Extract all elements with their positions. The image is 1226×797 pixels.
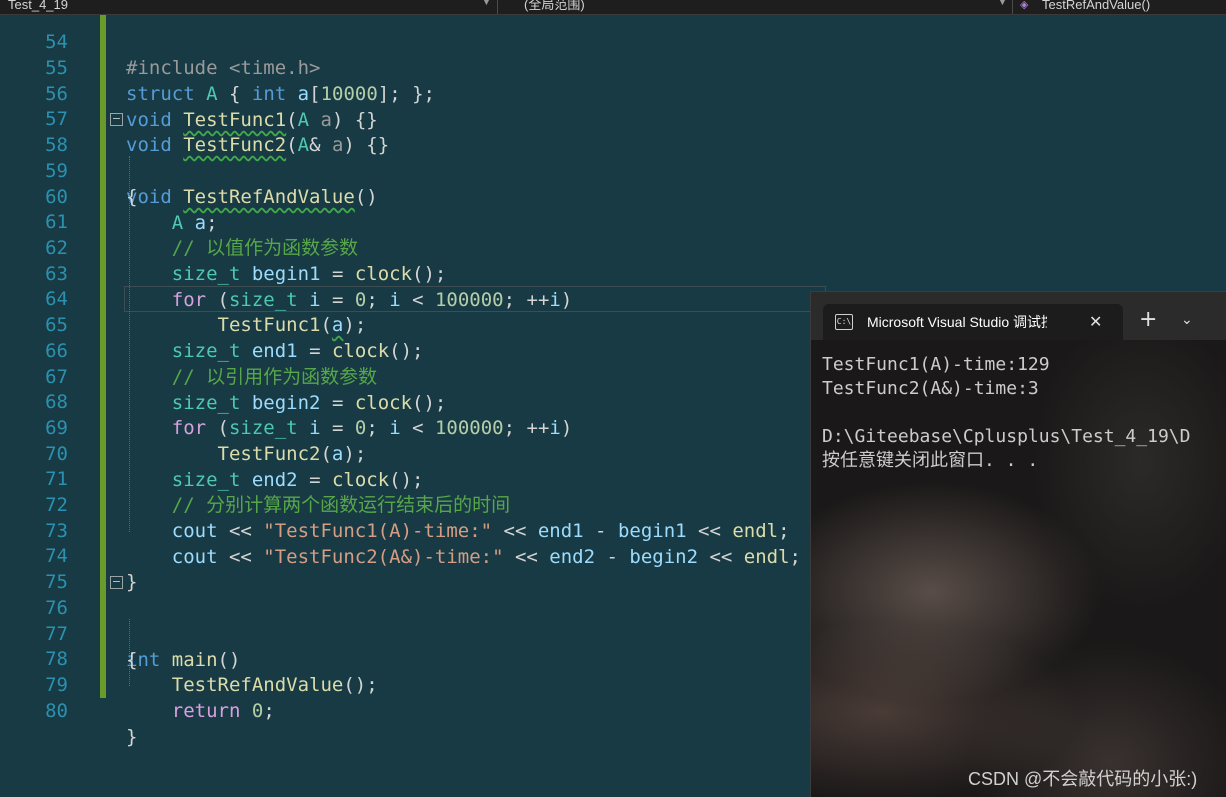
code-line-63: 63 for (size_t i = 0; i < 100000; ++i)	[0, 235, 1226, 311]
console-output-line: TestFunc2(A&)-time:3	[822, 378, 1039, 399]
code-line-61: 61 // 以值作为函数参数	[0, 183, 1226, 259]
collapse-icon[interactable]: −	[110, 576, 123, 589]
console-output-line: 按任意键关闭此窗口. . .	[822, 450, 1039, 471]
code-line-58: 58 − void TestRefAndValue()	[0, 106, 1226, 208]
watermark-text: CSDN @不会敲代码的小张:)	[968, 769, 1198, 789]
new-tab-button[interactable]: +	[1139, 300, 1157, 340]
code-line-60: 60 A a;	[0, 158, 1226, 234]
debug-console-window[interactable]: C:\ Microsoft Visual Studio 调试控制台 ✕ + ⌄ …	[810, 291, 1226, 797]
code-line-59: 59 {	[0, 132, 1226, 208]
line-number: 80	[45, 700, 68, 722]
code-line-62: 62 size_t begin1 = clock();	[0, 209, 1226, 285]
code-text: return 0;	[171, 700, 275, 722]
collapse-icon[interactable]: −	[110, 113, 123, 126]
console-tab[interactable]: C:\ Microsoft Visual Studio 调试控制台 ✕	[823, 304, 1123, 340]
chevron-down-icon[interactable]: ⌄	[1181, 300, 1193, 340]
code-line-57: 57 void TestFunc2(A& a) {}	[0, 80, 1226, 156]
console-output-line: TestFunc1(A)-time:129	[822, 354, 1050, 375]
terminal-icon: C:\	[835, 314, 853, 330]
console-output-line: D:\Giteebase\Cplusplus\Test_4_19\D	[822, 426, 1191, 447]
code-line-54: 54 #include <time.h>	[0, 3, 1226, 79]
code-line-56: 56 void TestFunc1(A a) {}	[0, 55, 1226, 131]
close-icon[interactable]: ✕	[1089, 304, 1102, 340]
console-tab-title: Microsoft Visual Studio 调试控制台	[867, 314, 1047, 330]
code-line-55: 55 struct A { int a[10000]; };	[0, 29, 1226, 105]
console-tab-bar: C:\ Microsoft Visual Studio 调试控制台 ✕ + ⌄	[811, 292, 1226, 340]
code-text: }	[126, 726, 138, 748]
code-line-64: 64 TestFunc1(a);	[0, 260, 1226, 336]
